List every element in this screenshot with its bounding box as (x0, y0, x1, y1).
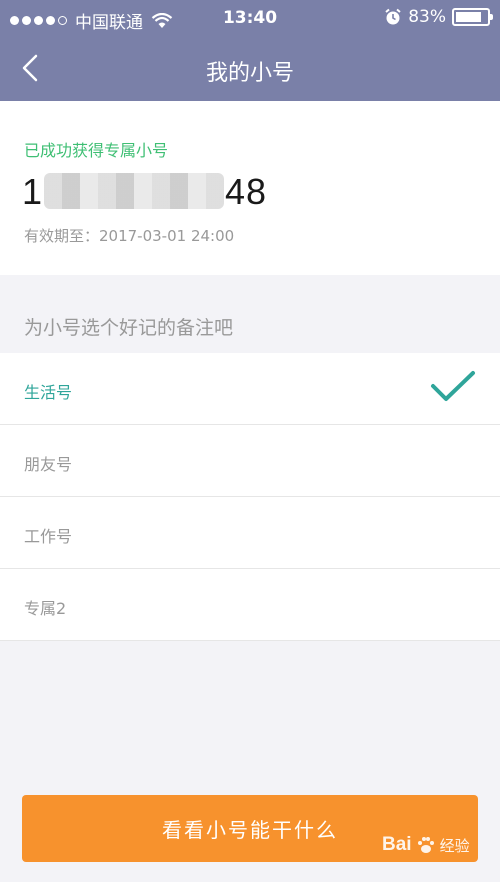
nav-bar: 我的小号 (0, 36, 500, 101)
watermark-text: 经验 (439, 836, 470, 855)
page-title: 我的小号 (205, 61, 294, 86)
battery-icon (452, 8, 493, 26)
alarm-clock-icon (385, 8, 401, 25)
note-options-list: 生活号 朋友号 工作号 专属2 (0, 353, 500, 641)
number-suffix: 48 (225, 171, 268, 212)
header: 中国联通 13:40 83% 我的小号 (0, 0, 500, 101)
battery-fill (456, 12, 481, 22)
success-message: 已成功获得专属小号 (24, 141, 169, 160)
battery-percent: 83% (408, 7, 446, 27)
checkmark-icon (431, 371, 475, 401)
status-right: 83% (384, 7, 493, 27)
option-pengyou[interactable]: 朋友号 (0, 425, 500, 497)
option-shenghuo[interactable]: 生活号 (0, 353, 500, 425)
option-label: 朋友号 (24, 455, 73, 474)
option-label: 专属2 (24, 599, 67, 618)
option-gongzuo[interactable]: 工作号 (0, 497, 500, 569)
status-bar: 中国联通 13:40 83% (0, 0, 500, 36)
option-zhuanshu2[interactable]: 专属2 (0, 569, 500, 641)
watermark-brand: Bai (382, 834, 412, 855)
redacted-digits (44, 173, 224, 209)
option-label: 生活号 (24, 383, 73, 402)
number-info-card: 已成功获得专属小号 1 48 有效期至：2017-03-01 24:00 (0, 101, 500, 275)
section-label: 为小号选个好记的备注吧 (24, 317, 234, 339)
expiry-date: 有效期至：2017-03-01 24:00 (24, 227, 235, 245)
baidu-watermark: Bai 经验 (382, 830, 492, 860)
option-label: 工作号 (24, 527, 73, 546)
paw-logo-icon (417, 837, 434, 853)
number-prefix: 1 (22, 171, 44, 212)
